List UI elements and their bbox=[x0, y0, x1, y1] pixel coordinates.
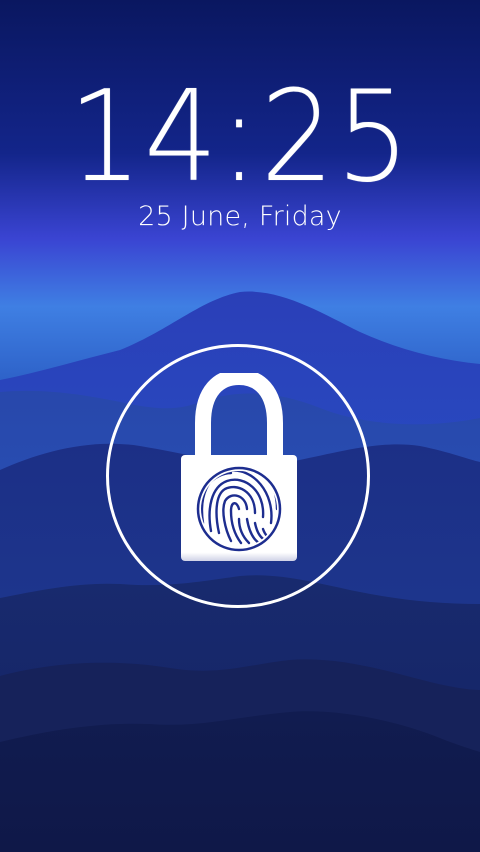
lock-screen: 14:25 25 June, Friday bbox=[0, 0, 480, 852]
clock-date: 25 June, Friday bbox=[138, 201, 342, 232]
fingerprint-unlock-button[interactable] bbox=[106, 344, 370, 608]
padlock-fingerprint-icon bbox=[181, 373, 297, 561]
clock-time: 14:25 bbox=[68, 63, 412, 210]
